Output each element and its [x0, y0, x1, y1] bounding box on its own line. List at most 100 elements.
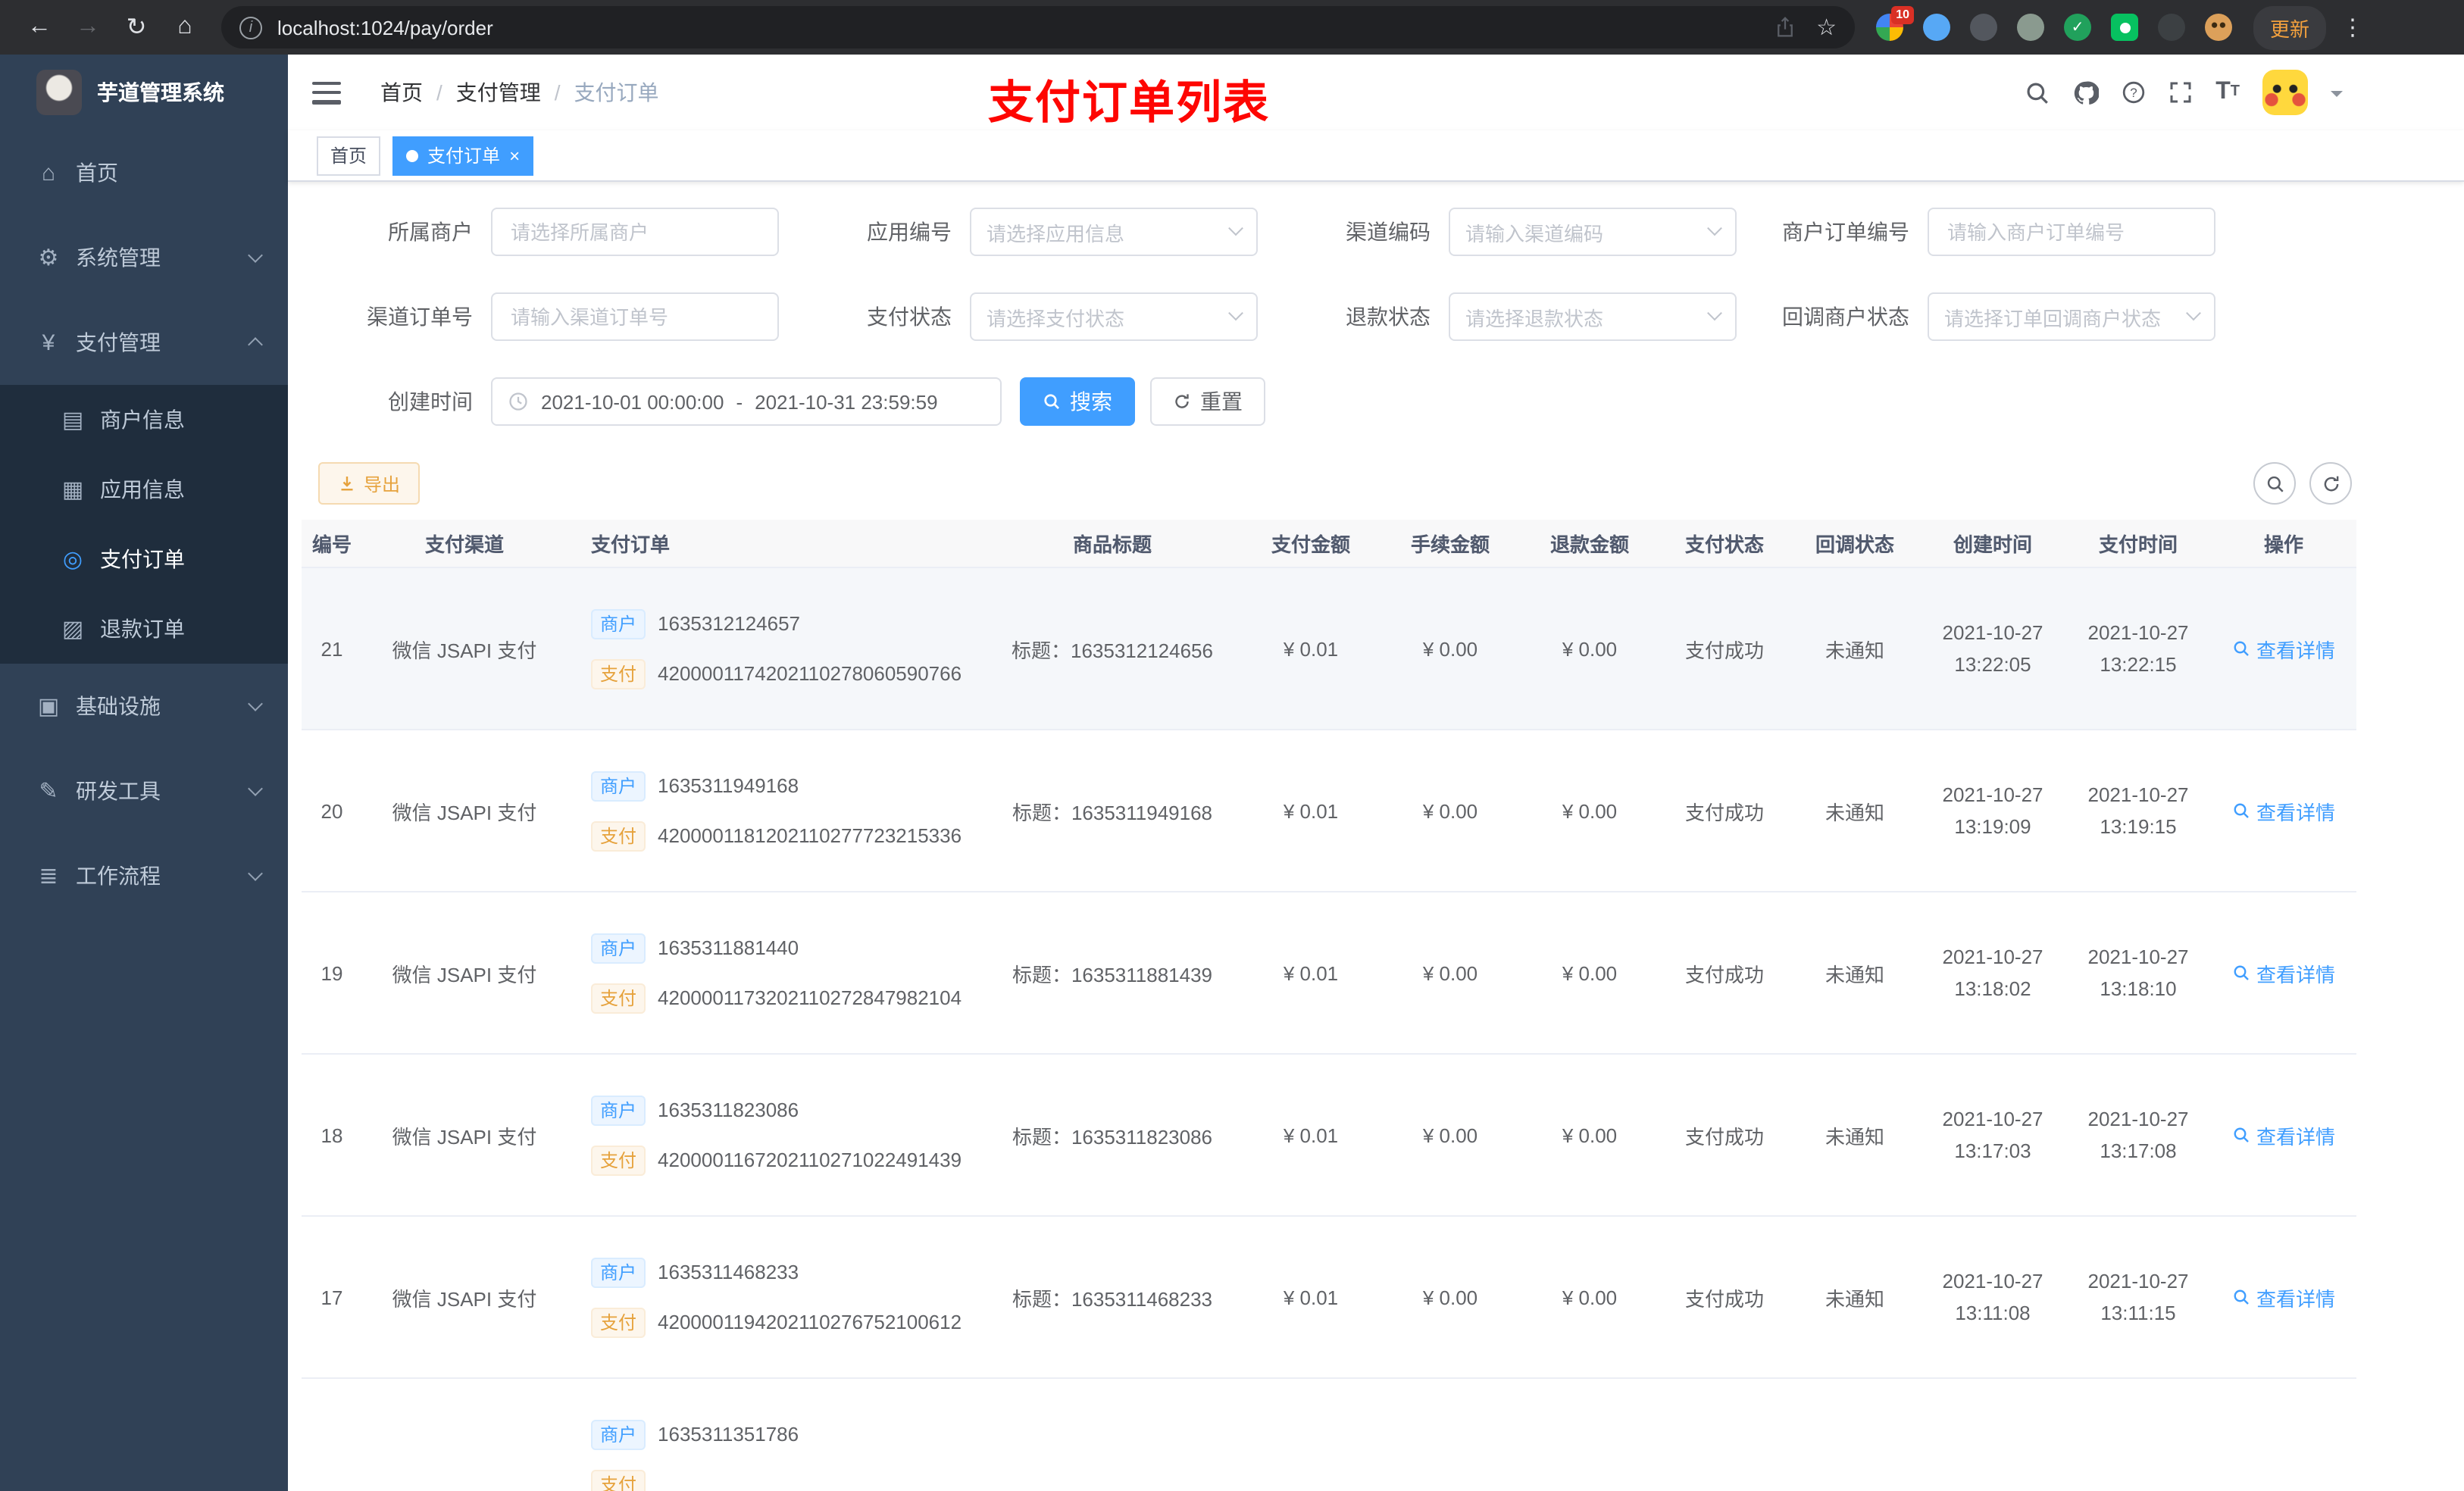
table-row: 18 微信 JSAPI 支付 商户 1635311823086 支付 42000…: [302, 1055, 2356, 1217]
avatar[interactable]: [2262, 70, 2308, 115]
share-icon[interactable]: [1774, 17, 1795, 38]
tab-pay-order[interactable]: 支付订单 ×: [392, 136, 534, 175]
view-detail-link[interactable]: 查看详情: [2232, 1283, 2335, 1311]
table-row: 21 微信 JSAPI 支付 商户 1635312124657 支付 42000…: [302, 568, 2356, 730]
sidebar-item-app-info[interactable]: ▦ 应用信息: [0, 455, 288, 524]
close-icon[interactable]: ×: [509, 145, 520, 166]
back-icon[interactable]: ←: [20, 8, 59, 47]
extension-emoji-icon[interactable]: [2205, 14, 2232, 41]
payment-submenu: ▤ 商户信息 ▦ 应用信息 ◎ 支付订单 ▨ 退款订单: [0, 385, 288, 664]
gear-icon: ⚙: [38, 245, 59, 271]
cell-refund: ¥ 0.00: [1562, 1124, 1618, 1146]
bookmark-star-icon[interactable]: ☆: [1816, 14, 1837, 41]
view-detail-link[interactable]: 查看详情: [2232, 796, 2335, 825]
sidebar-item-refund-order[interactable]: ▨ 退款订单: [0, 594, 288, 664]
merchant-tag: 商户: [591, 608, 646, 639]
sidebar-item-workflow[interactable]: ≣ 工作流程: [0, 833, 288, 918]
breadcrumb: 首页 / 支付管理 / 支付订单: [380, 77, 659, 108]
search-icon[interactable]: [2025, 80, 2050, 105]
pay-tag: 支付: [591, 658, 646, 689]
cell-action: [2211, 1450, 2356, 1468]
cell-refund: ¥ 0.00: [1562, 799, 1618, 822]
refresh-icon: [1175, 394, 1189, 408]
cell-status: 支付成功: [1684, 1287, 1764, 1310]
sidebar-item-devtools[interactable]: ✎ 研发工具: [0, 749, 288, 833]
channel-pay-no: 4200001174202110278060590766: [658, 662, 962, 685]
extensions-bar: 10 ✓: [1876, 6, 2232, 41]
chevron-down-icon: [1228, 220, 1243, 236]
channel-pay-no: 4200001173202110272847982104: [658, 986, 962, 1009]
refund-status-select[interactable]: 请选择退款状态: [1449, 292, 1737, 341]
cell-title: 标题：1635312124656: [1012, 639, 1213, 661]
view-detail-link[interactable]: 查看详情: [2232, 634, 2335, 663]
pay-status-select[interactable]: 请选择支付状态: [970, 292, 1258, 341]
reload-icon[interactable]: ↻: [117, 8, 156, 47]
extension-icon[interactable]: [2158, 14, 2185, 41]
chevron-down-icon: [1707, 220, 1722, 236]
browser-menu-icon[interactable]: ⋮: [2341, 14, 2364, 41]
browser-chrome: ← → ↻ ⌂ i localhost:1024/pay/order ☆ 10 …: [0, 0, 2464, 55]
help-icon[interactable]: ?: [2122, 80, 2146, 105]
hamburger-icon[interactable]: [312, 81, 341, 104]
extension-icon[interactable]: [1970, 14, 1997, 41]
filter-row-1: 所属商户 应用编号 请选择应用信息 渠道编码 请输入渠道编码: [318, 208, 2434, 256]
channel-code-select[interactable]: 请输入渠道编码: [1449, 208, 1737, 256]
extension-chat-icon[interactable]: [2111, 14, 2138, 41]
merchant-label: 所属商户: [388, 220, 473, 244]
sidebar-item-pay-order[interactable]: ◎ 支付订单: [0, 524, 288, 594]
breadcrumb-home[interactable]: 首页: [380, 77, 423, 108]
channel-pay-no: 4200001194202110276752100612: [658, 1311, 962, 1333]
chevron-down-icon: [248, 781, 263, 796]
home-icon[interactable]: ⌂: [165, 8, 205, 47]
url-text: localhost:1024/pay/order: [277, 16, 493, 39]
cell-amount: ¥ 0.01: [1283, 1286, 1339, 1308]
sidebar-item-merchant-info[interactable]: ▤ 商户信息: [0, 385, 288, 455]
export-button[interactable]: 导出: [318, 462, 421, 505]
toggle-search-icon[interactable]: [2253, 462, 2296, 505]
tab-home[interactable]: 首页: [317, 136, 381, 175]
url-bar[interactable]: i localhost:1024/pay/order ☆: [221, 6, 1855, 48]
reset-button[interactable]: 重置: [1150, 377, 1265, 426]
cell-create-time: 2021-10-27 13:17:03: [1942, 1108, 2043, 1162]
refresh-table-icon[interactable]: [2309, 462, 2352, 505]
merchant-input[interactable]: [491, 208, 779, 256]
sidebar-item-payment[interactable]: ¥ 支付管理: [0, 300, 288, 385]
sidebar-item-home[interactable]: ⌂ 首页: [0, 130, 288, 215]
pay-tag: 支付: [591, 983, 646, 1013]
clock-icon: [509, 392, 527, 411]
cell-title: 标题：1635311881439: [1012, 963, 1213, 986]
channel-order-input[interactable]: [491, 292, 779, 341]
extension-icon[interactable]: 10: [1876, 6, 1914, 41]
breadcrumb-payment[interactable]: 支付管理: [456, 77, 541, 108]
sidebar: 芋道管理系统 ⌂ 首页 ⚙ 系统管理 ¥ 支付管理 ▤ 商户信息 ▦ 应用信息 …: [0, 55, 288, 1491]
font-size-icon[interactable]: TT: [2215, 80, 2240, 105]
sidebar-item-system[interactable]: ⚙ 系统管理: [0, 215, 288, 300]
browser-update-button[interactable]: 更新: [2253, 5, 2327, 49]
github-icon[interactable]: [2073, 80, 2100, 105]
notify-status-select[interactable]: 请选择订单回调商户状态: [1928, 292, 2215, 341]
site-info-icon[interactable]: i: [239, 16, 262, 39]
cell-channel: 微信 JSAPI 支付: [392, 1125, 537, 1148]
view-detail-link[interactable]: 查看详情: [2232, 958, 2335, 987]
forward-icon[interactable]: →: [68, 8, 108, 47]
extension-icon[interactable]: [2017, 14, 2044, 41]
app-label: 应用编号: [867, 220, 952, 244]
cell-amount: ¥ 0.01: [1283, 961, 1339, 984]
merchant-order-no: 1635311351786: [658, 1423, 799, 1446]
view-detail-link[interactable]: 查看详情: [2232, 1121, 2335, 1149]
cell-fee: ¥ 0.00: [1422, 1124, 1478, 1146]
caret-down-icon[interactable]: [2331, 91, 2343, 103]
create-time-range-picker[interactable]: 2021-10-01 00:00:00 - 2021-10-31 23:59:5…: [491, 377, 1002, 426]
cell-status: 支付成功: [1684, 639, 1764, 661]
extension-icon[interactable]: [1923, 14, 1950, 41]
app-select[interactable]: 请选择应用信息: [970, 208, 1258, 256]
extension-check-icon[interactable]: ✓: [2064, 14, 2091, 41]
fullscreen-icon[interactable]: [2169, 80, 2193, 105]
search-icon: [2234, 803, 2249, 818]
sidebar-item-infra[interactable]: ▣ 基础设施: [0, 664, 288, 749]
cell-amount: ¥ 0.01: [1283, 799, 1339, 822]
search-button[interactable]: 搜索: [1020, 377, 1135, 426]
date-separator: -: [736, 390, 743, 413]
channel-code-label: 渠道编码: [1346, 220, 1431, 244]
merchant-order-input[interactable]: [1928, 208, 2215, 256]
